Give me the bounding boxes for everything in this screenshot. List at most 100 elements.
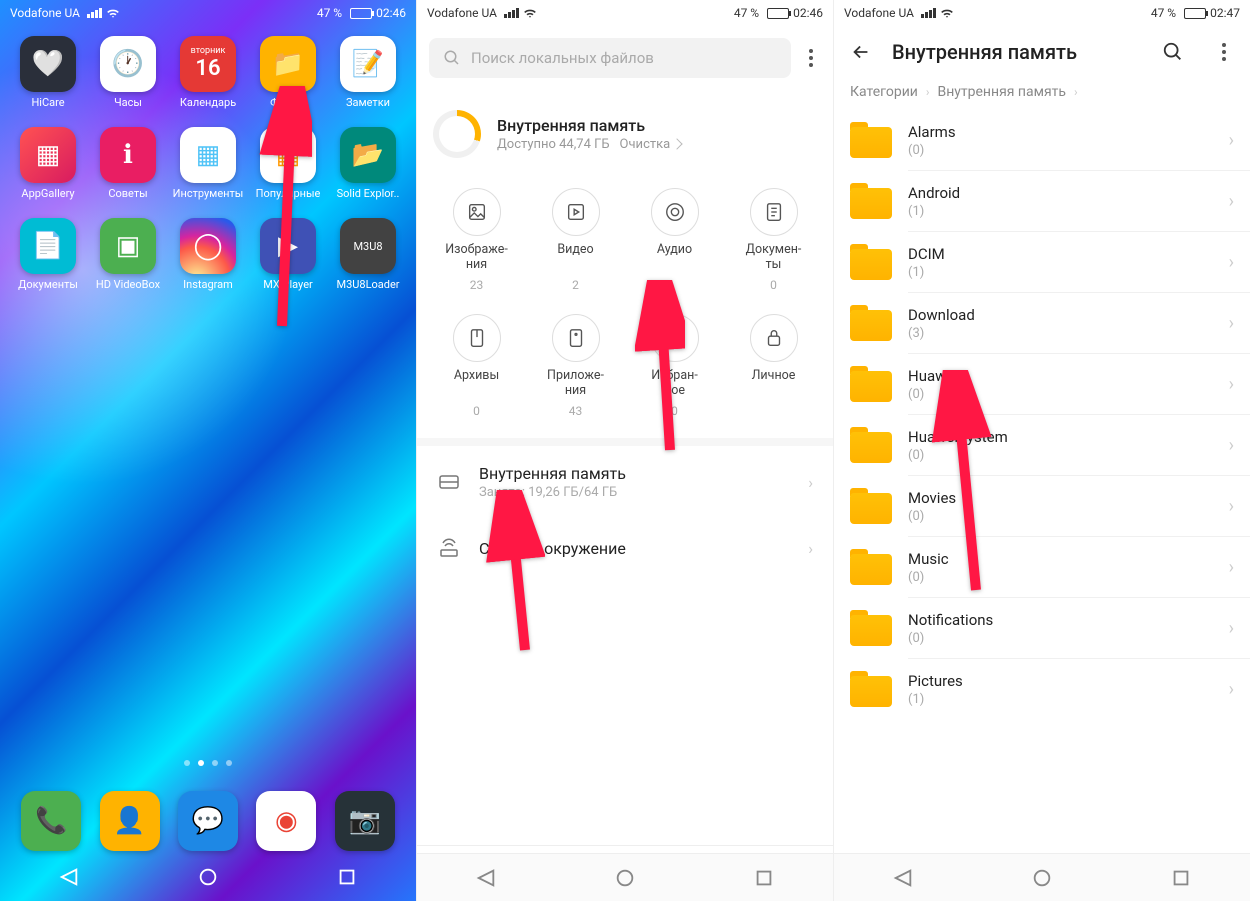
dock-Contacts[interactable]: 👤	[100, 791, 160, 851]
storage-summary[interactable]: Внутренняя память Доступно 44,74 ГБ Очис…	[433, 110, 817, 158]
back-icon[interactable]	[850, 41, 872, 63]
app-icon: ▦	[20, 127, 76, 183]
app-Календарь[interactable]: вторник16Календарь	[168, 36, 248, 109]
signal-icon	[87, 8, 102, 18]
app-label: Часы	[114, 96, 142, 109]
storage-clean-link[interactable]: Очистка	[620, 137, 682, 152]
back-nav-icon[interactable]	[892, 867, 914, 889]
category-3[interactable]: Докумен-ты 0	[724, 188, 823, 292]
app-M3U8Loader[interactable]: M3U8M3U8Loader	[328, 218, 408, 291]
home-nav-icon[interactable]	[197, 866, 219, 888]
category-count: 0	[770, 278, 777, 292]
recent-nav-icon[interactable]	[1170, 867, 1192, 889]
app-Instagram[interactable]: ◯Instagram	[168, 218, 248, 291]
carrier-label: Vodafone UA	[427, 6, 497, 20]
search-icon[interactable]	[1162, 41, 1184, 63]
folder-row-Download[interactable]: Download(3)›	[834, 293, 1250, 353]
dock-Camera[interactable]: 📷	[335, 791, 395, 851]
category-icon	[651, 314, 699, 362]
folder-row-Music[interactable]: Music(0)›	[834, 537, 1250, 597]
folder-count: (0)	[908, 570, 1213, 585]
category-count: 43	[569, 404, 583, 418]
app-Документы[interactable]: 📄Документы	[8, 218, 88, 291]
crumb-internal[interactable]: Внутренняя память	[937, 84, 1066, 100]
folder-row-Movies[interactable]: Movies(0)›	[834, 476, 1250, 536]
folder-icon	[850, 427, 892, 463]
category-0[interactable]: Изображе-ния23	[427, 188, 526, 292]
category-count: 0	[473, 404, 480, 418]
folder-count: (1)	[908, 204, 1213, 219]
app-Инструменты[interactable]: ▦Инструменты	[168, 127, 248, 200]
folder-browser-screen: Vodafone UA 47 % 02:47 Внутренняя память…	[833, 0, 1250, 901]
recent-nav-icon[interactable]	[336, 866, 358, 888]
category-count: 0	[671, 404, 678, 418]
app-Заметки[interactable]: 📝Заметки	[328, 36, 408, 109]
more-menu-icon[interactable]	[1214, 43, 1234, 61]
app-label: AppGallery	[21, 187, 74, 200]
category-label: Избран-ное	[651, 368, 698, 398]
category-label: Докумен-ты	[746, 242, 802, 272]
app-label: Solid Explor..	[337, 187, 400, 200]
status-bar: Vodafone UA 47 % 02:47	[834, 0, 1250, 26]
app-Часы[interactable]: 🕐 Часы	[88, 36, 168, 109]
folder-count: (0)	[908, 631, 1213, 646]
search-input[interactable]: Поиск локальных файлов	[429, 38, 791, 78]
app-grid: 🤍HiCare🕐 Часы вторник16Календарь📁Файлы📝Зам…	[0, 26, 416, 291]
category-icon	[651, 188, 699, 236]
app-label: Календарь	[180, 96, 236, 109]
category-label: Архивы	[454, 368, 499, 398]
crumb-categories[interactable]: Категории	[850, 84, 918, 100]
chevron-right-icon: ›	[1229, 435, 1234, 456]
folder-count: (1)	[908, 265, 1213, 280]
back-nav-icon[interactable]	[58, 866, 80, 888]
folder-row-Notifications[interactable]: Notifications(0)›	[834, 598, 1250, 658]
network-row[interactable]: Сетевое окружение ›	[417, 518, 833, 578]
category-2[interactable]: Аудио	[625, 188, 724, 292]
search-icon	[443, 49, 461, 67]
folder-icon	[850, 549, 892, 585]
category-4[interactable]: Архивы 0	[427, 314, 526, 418]
category-6[interactable]: Избран-ное 0	[625, 314, 724, 418]
more-menu-icon[interactable]	[801, 49, 821, 67]
app-Solid Explor..[interactable]: 📂Solid Explor..	[328, 127, 408, 200]
internal-storage-row[interactable]: Внутренняя память Занято: 19,26 ГБ/64 ГБ…	[417, 446, 833, 518]
battery-pct: 47 %	[317, 6, 342, 20]
home-nav-icon[interactable]	[614, 867, 636, 889]
dock-Phone[interactable]: 📞	[21, 791, 81, 851]
folder-row-DCIM[interactable]: DCIM(1)›	[834, 232, 1250, 292]
app-MX Player[interactable]: ▶MX Player	[248, 218, 328, 291]
category-5[interactable]: Приложе-ния43	[526, 314, 625, 418]
app-HiCare[interactable]: 🤍HiCare	[8, 36, 88, 109]
folder-row-Pictures[interactable]: Pictures(1)›	[834, 659, 1250, 719]
folder-row-Huawei[interactable]: Huawei(0)›	[834, 354, 1250, 414]
app-AppGallery[interactable]: ▦ AppGallery	[8, 127, 88, 200]
app-icon: 🕐	[100, 36, 156, 92]
home-nav-icon[interactable]	[1031, 867, 1053, 889]
app-Советы[interactable]: ℹСоветы	[88, 127, 168, 200]
folder-list: Alarms(0)› Android (1) › DCIM(1)›Download(3)…	[834, 110, 1250, 901]
folder-row-HuaweiSystem[interactable]: HuaweiSystem(0)›	[834, 415, 1250, 475]
battery-icon	[763, 8, 789, 19]
folder-row-Android[interactable]: Android(1)›	[834, 171, 1250, 231]
chevron-right-icon: ›	[808, 473, 813, 492]
category-1[interactable]: Видео2	[526, 188, 625, 292]
app-icon: ▦	[260, 127, 316, 183]
dock-Messages[interactable]: 💬	[178, 791, 238, 851]
recent-nav-icon[interactable]	[753, 867, 775, 889]
app-Популярные[interactable]: ▦Популярные	[248, 127, 328, 200]
category-icon	[552, 188, 600, 236]
app-HD VideoBox[interactable]: ▣HD VideoBox	[88, 218, 168, 291]
carrier-label: Vodafone UA	[844, 6, 914, 20]
header: Внутренняя память	[834, 26, 1250, 78]
chevron-right-icon: ›	[926, 85, 930, 99]
app-icon: ◯	[180, 218, 236, 274]
back-nav-icon[interactable]	[475, 867, 497, 889]
app-icon: ▦	[180, 127, 236, 183]
category-7[interactable]: Личное	[724, 314, 823, 418]
dock-Chrome[interactable]: ◉	[256, 791, 316, 851]
folder-row-Alarms[interactable]: Alarms(0)›	[834, 110, 1250, 170]
app-label: MX Player	[263, 278, 313, 291]
folder-name: Android	[908, 184, 1213, 202]
app-Файлы[interactable]: 📁Файлы	[248, 36, 328, 109]
battery-pct: 47 %	[1151, 6, 1176, 20]
